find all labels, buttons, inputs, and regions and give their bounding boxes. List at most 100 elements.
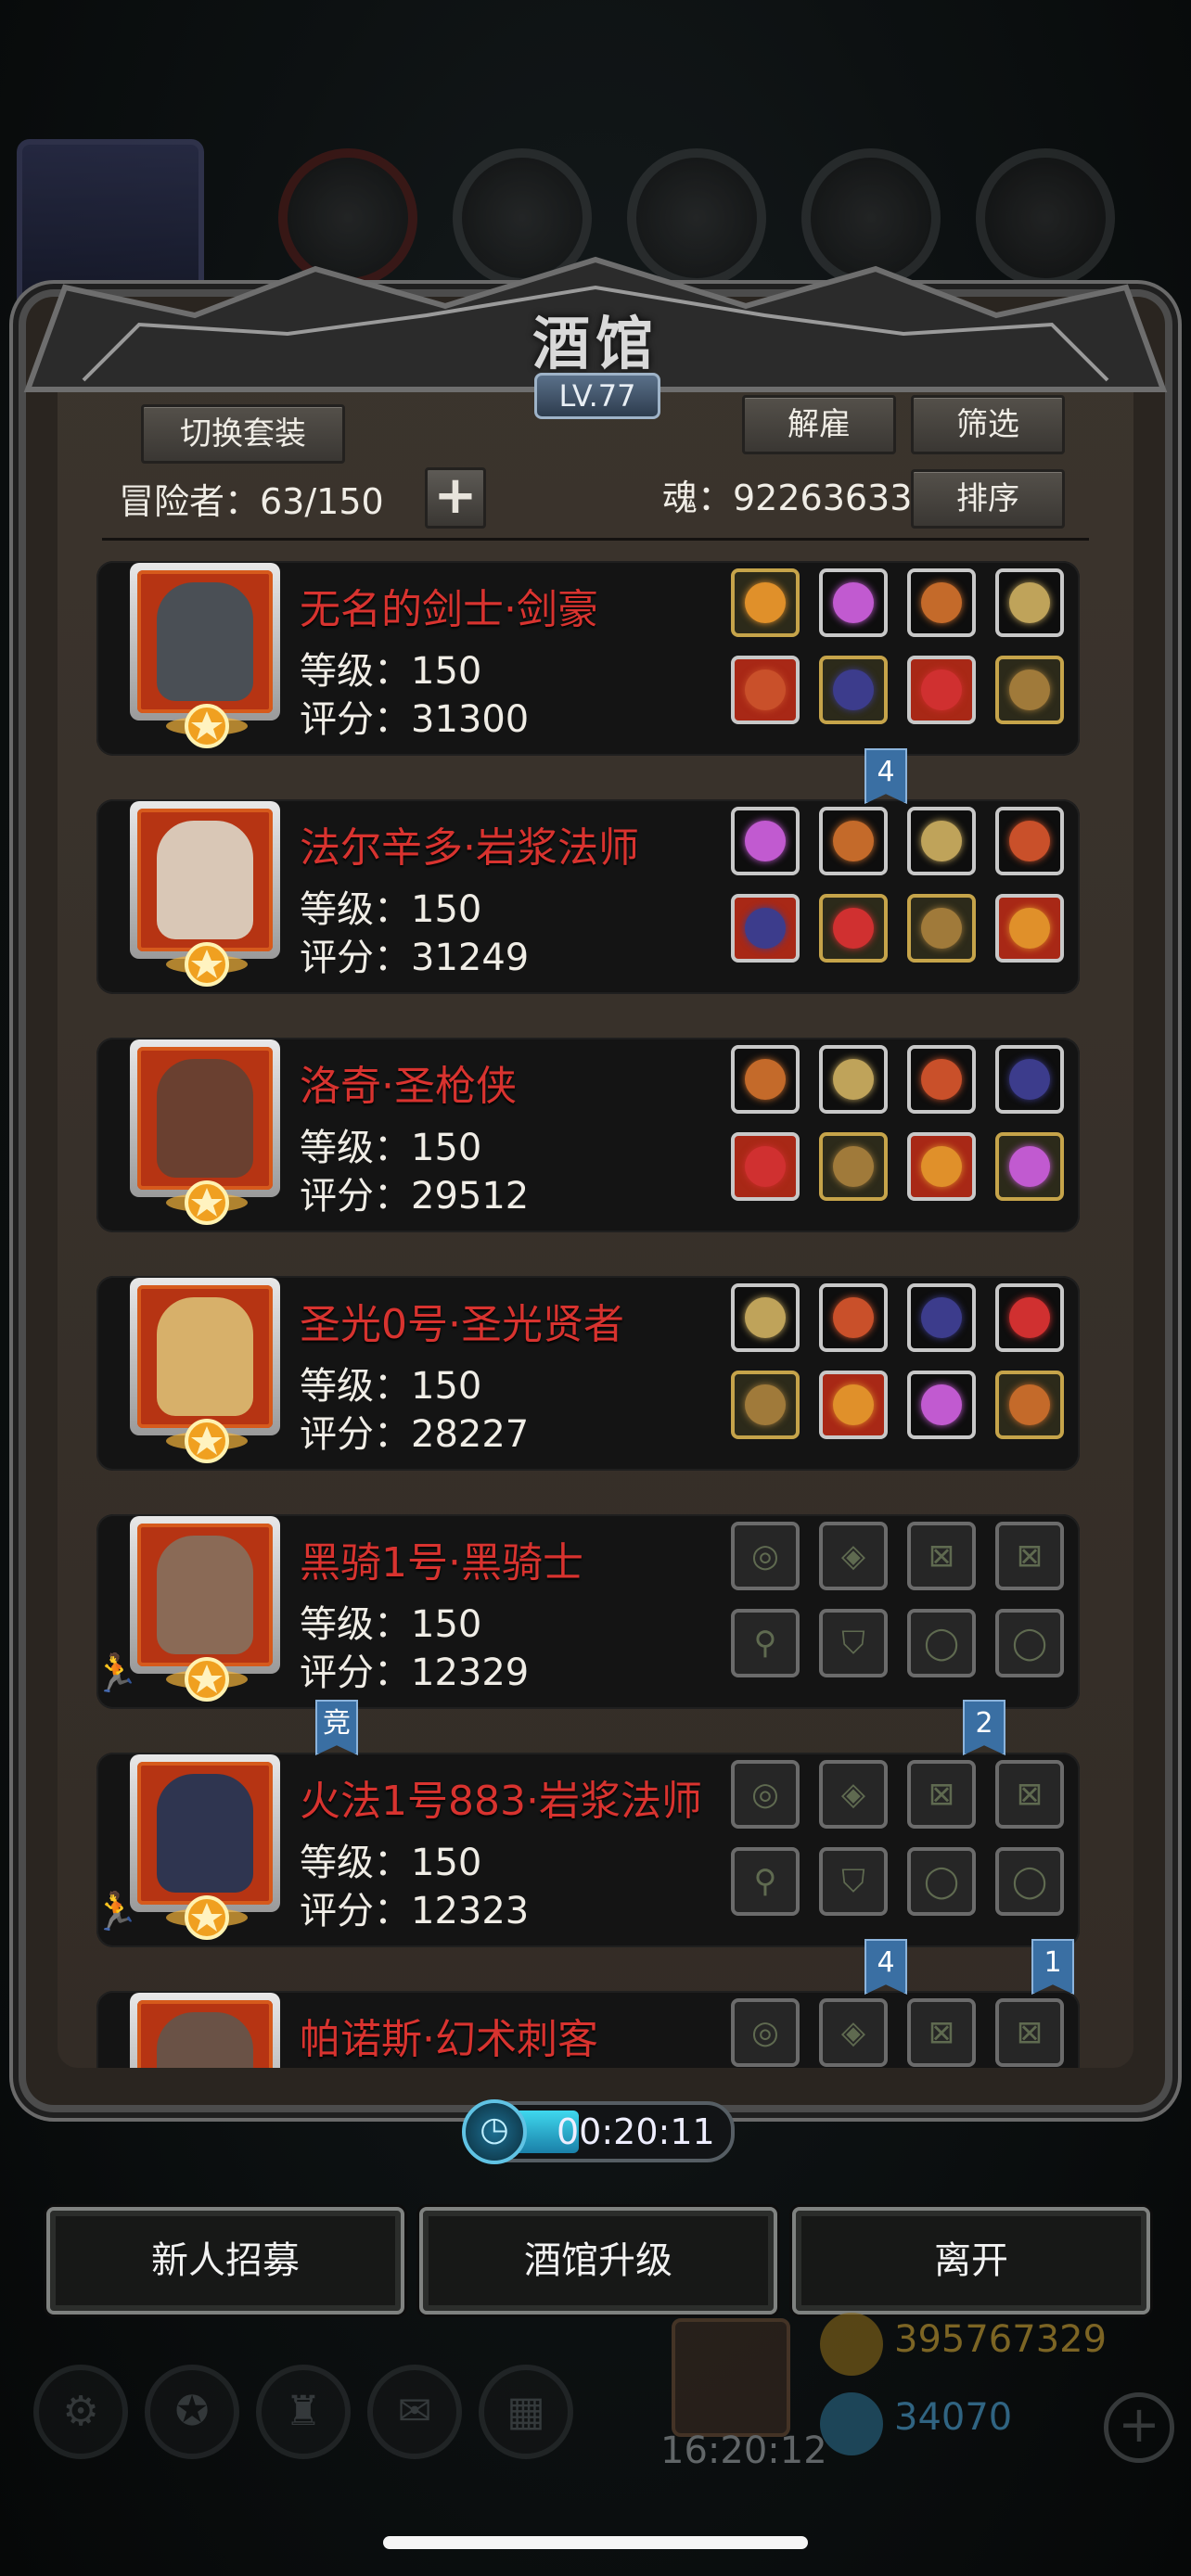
gem-value: 34070 xyxy=(894,2396,1013,2439)
hero-card[interactable]: 🏃 火法1号883·岩浆法师 等级：150 评分：12323 ◎ ◈ ⊠ ⊠ ⚲ ⛉ ◯ ◯ xyxy=(93,1743,1095,1947)
equipment-slot-icon[interactable]: ◈ xyxy=(819,1522,888,1590)
equipment-slot-icon[interactable]: ⚲ xyxy=(731,1609,800,1677)
hero-level: 等级：150 xyxy=(300,1603,482,1646)
recruit-button[interactable]: 新人招募 xyxy=(46,2207,404,2315)
hero-card[interactable]: 洛奇·圣枪侠 等级：150 评分：29512 xyxy=(93,1028,1095,1232)
equipment-slot-icon[interactable] xyxy=(995,568,1064,637)
resource-orb-icon[interactable] xyxy=(801,148,941,287)
equipment-slot-icon[interactable]: ◯ xyxy=(995,1609,1064,1677)
equipment-slot-icon[interactable] xyxy=(731,807,800,875)
equipment-slot-icon[interactable] xyxy=(731,656,800,724)
top-hud xyxy=(0,121,1191,326)
hero-face xyxy=(157,582,253,701)
equipment-slot-icon[interactable] xyxy=(995,656,1064,724)
mail-icon[interactable]: ✉ xyxy=(367,2365,462,2459)
equipment-slot-icon[interactable] xyxy=(907,1045,976,1114)
equipment-slot-icon[interactable] xyxy=(819,807,888,875)
equipment-slot-icon[interactable] xyxy=(907,1132,976,1201)
equipment-slot-icon[interactable]: ◯ xyxy=(995,1847,1064,1916)
equipment-slot-icon[interactable] xyxy=(819,1132,888,1201)
hero-card[interactable]: 法尔辛多·岩浆法师 等级：150 评分：31249 xyxy=(93,790,1095,994)
clock-icon: ◷ xyxy=(462,2099,527,2164)
rank-emblem-icon xyxy=(166,1419,248,1463)
equipment-slot-icon[interactable]: ⊠ xyxy=(995,1998,1064,2067)
upgrade-tavern-button[interactable]: 酒馆升级 xyxy=(419,2207,777,2315)
equipment-slot-icon[interactable]: ⊠ xyxy=(995,1522,1064,1590)
equipment-slot-icon[interactable] xyxy=(819,568,888,637)
page-title: 酒馆 xyxy=(531,310,659,377)
hero-face xyxy=(157,1536,253,1654)
equipment-slot-icon[interactable]: ◈ xyxy=(819,1998,888,2067)
resource-orb-icon[interactable] xyxy=(453,148,592,287)
castle-icon[interactable]: ♜ xyxy=(256,2365,351,2459)
equipment-slot-icon[interactable]: ⊠ xyxy=(907,1760,976,1829)
equipment-slot-icon[interactable] xyxy=(907,807,976,875)
resource-orb-icon[interactable] xyxy=(976,148,1115,287)
equipment-slot-icon[interactable] xyxy=(819,894,888,963)
equipment-slot-icon[interactable] xyxy=(819,1045,888,1114)
equipment-slot-icon[interactable] xyxy=(731,894,800,963)
filter-button[interactable]: 筛选 xyxy=(911,395,1065,454)
equipment-slot-icon[interactable]: ◎ xyxy=(731,1998,800,2067)
sort-button[interactable]: 排序 xyxy=(911,469,1065,529)
equipment-slot-icon[interactable] xyxy=(995,1283,1064,1352)
equipment-slot-icon[interactable]: ⚲ xyxy=(731,1847,800,1916)
plus-icon[interactable]: + xyxy=(1104,2392,1174,2463)
hero-score: 评分：29512 xyxy=(300,1175,530,1218)
equipment-slot-icon[interactable] xyxy=(995,1045,1064,1114)
chart-icon[interactable]: ▦ xyxy=(479,2365,573,2459)
equipment-slot-icon[interactable] xyxy=(995,1371,1064,1439)
switch-set-button[interactable]: 切换套装 xyxy=(141,404,345,464)
equipment-slot-icon[interactable] xyxy=(819,1283,888,1352)
adventurer-count: 冒险者：63/150 xyxy=(119,481,384,522)
gear-icon[interactable]: ⚙ xyxy=(33,2365,128,2459)
tavern-level-badge: LV.77 xyxy=(534,373,660,419)
equipment-slot-icon[interactable] xyxy=(907,894,976,963)
equipment-slot-icon[interactable] xyxy=(819,1371,888,1439)
hero-card[interactable]: 无名的剑士·剑豪 等级：150 评分：31300 xyxy=(93,552,1095,756)
equipment-slot-icon[interactable]: ⊠ xyxy=(995,1760,1064,1829)
equipment-slot-icon[interactable] xyxy=(731,1132,800,1201)
hero-name: 法尔辛多·岩浆法师 xyxy=(300,824,639,872)
equipment-slot-icon[interactable] xyxy=(995,894,1064,963)
leave-button[interactable]: 离开 xyxy=(792,2207,1150,2315)
hero-card[interactable]: 圣光0号·圣光贤者 等级：150 评分：28227 xyxy=(93,1267,1095,1471)
equipment-slot-icon[interactable]: ⛉ xyxy=(819,1847,888,1916)
equipment-slot-icon[interactable] xyxy=(731,568,800,637)
resource-orb-icon[interactable] xyxy=(278,148,417,287)
equipment-slot-icon[interactable] xyxy=(731,1045,800,1114)
hero-card[interactable]: 帕诺斯·幻术刺客◎◈⊠⊠⚲⛉◯◯ xyxy=(93,1982,1095,2068)
equipment-slot-icon[interactable] xyxy=(907,656,976,724)
equipment-slot-icon[interactable] xyxy=(731,1283,800,1352)
hero-list[interactable]: 无名的剑士·剑豪 等级：150 评分：31300 法尔辛多·岩浆法师 等级：150 评分：… xyxy=(93,552,1098,2068)
equipment-slot-icon[interactable]: ◎ xyxy=(731,1522,800,1590)
equipment-slot-icon[interactable] xyxy=(819,656,888,724)
equipment-slot-icon[interactable] xyxy=(907,1371,976,1439)
hero-portrait[interactable] xyxy=(130,1993,280,2068)
star-icon[interactable]: ✪ xyxy=(145,2365,239,2459)
equipment-slot-icon[interactable]: ◯ xyxy=(907,1609,976,1677)
equipment-slot-icon[interactable]: ⊠ xyxy=(907,1998,976,2067)
hero-card[interactable]: 🏃 黑骑1号·黑骑士 等级：150 评分：12329 ◎ ◈ ⊠ ⊠ ⚲ ⛉ ◯ ◯ xyxy=(93,1505,1095,1709)
equipment-slot-icon[interactable] xyxy=(907,1283,976,1352)
equipment-slot-icon[interactable]: ◎ xyxy=(731,1760,800,1829)
hero-name: 无名的剑士·剑豪 xyxy=(300,586,598,633)
equipment-slot-icon[interactable] xyxy=(995,807,1064,875)
equipment-slot-icon[interactable]: ⊠ xyxy=(907,1522,976,1590)
hero-score: 评分：31249 xyxy=(300,937,530,979)
equipment-slot-icon[interactable] xyxy=(907,568,976,637)
equipment-slot-icon[interactable]: ◈ xyxy=(819,1760,888,1829)
equipment-slot-icon[interactable]: ⛉ xyxy=(819,1609,888,1677)
rank-emblem-icon xyxy=(166,1895,248,1940)
add-capacity-button[interactable]: + xyxy=(425,467,486,529)
equipment-slot-icon[interactable] xyxy=(731,1371,800,1439)
equipment-slot-icon[interactable]: ◯ xyxy=(907,1847,976,1916)
dismiss-button[interactable]: 解雇 xyxy=(742,395,896,454)
hero-level: 等级：150 xyxy=(300,1127,482,1169)
resource-orb-icon[interactable] xyxy=(627,148,766,287)
hero-score: 评分：12329 xyxy=(300,1651,530,1694)
gold-coin-icon xyxy=(820,2313,883,2376)
gift-icon[interactable] xyxy=(672,2318,790,2437)
running-figure-icon: 🏃 xyxy=(93,1652,139,1695)
equipment-slot-icon[interactable] xyxy=(995,1132,1064,1201)
